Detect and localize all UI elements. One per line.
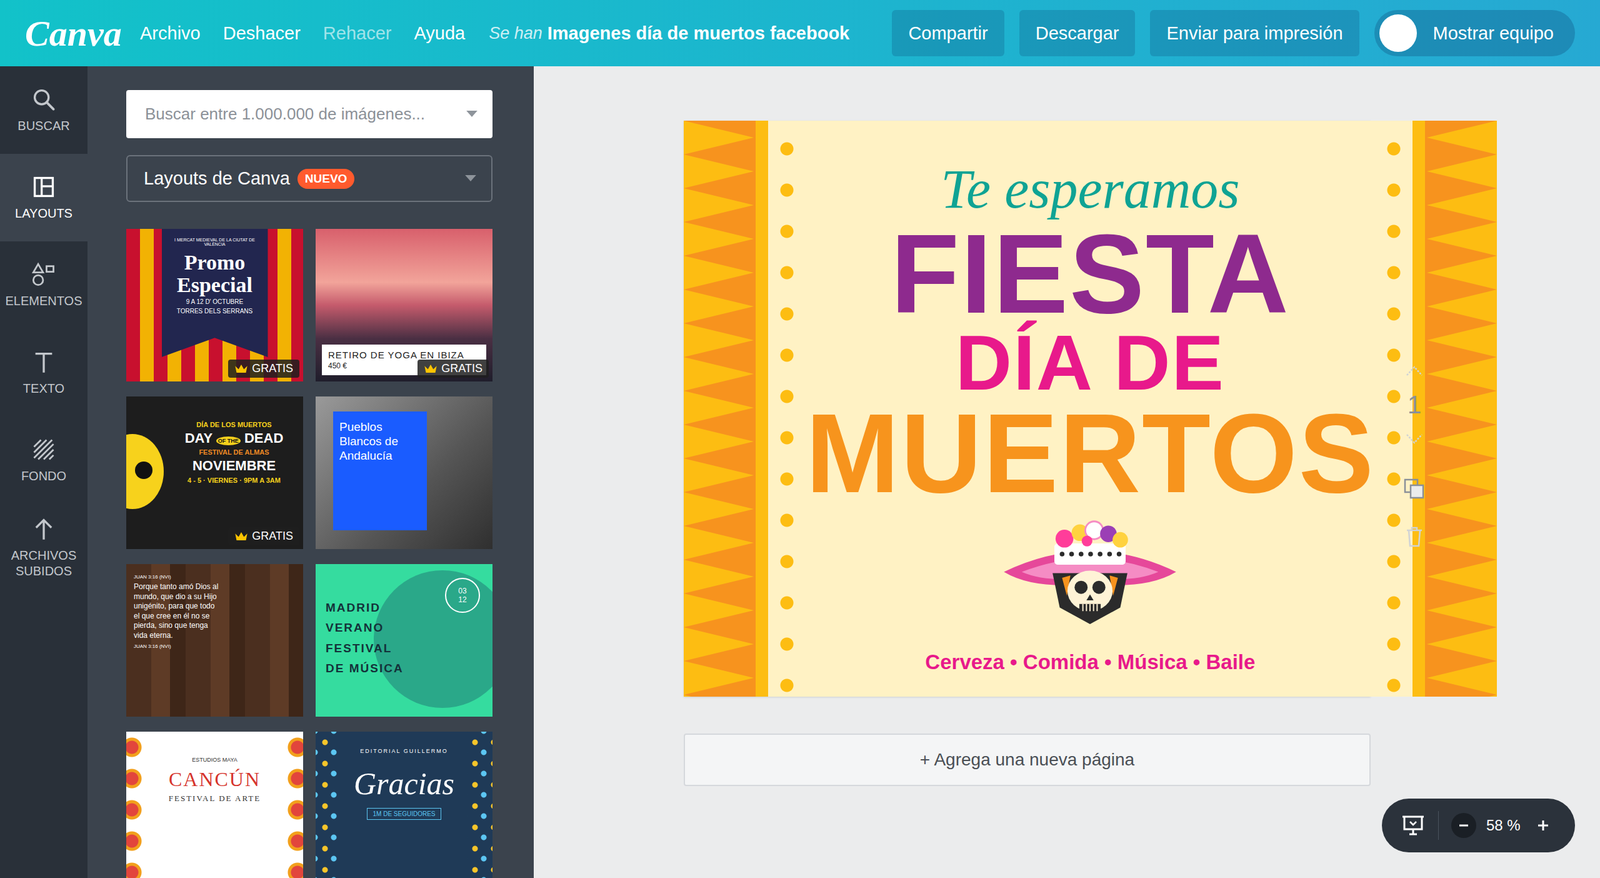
document-info: Se hanImagenes día de muertos facebook (488, 23, 850, 44)
pennant: I MERCAT MEDIEVAL DE LA CIUTAT DE VALÈNC… (161, 228, 269, 357)
zoom-out-icon[interactable] (1451, 812, 1477, 838)
duplicate-icon[interactable] (1403, 477, 1426, 500)
new-badge: NUEVO (297, 168, 355, 189)
trash-icon[interactable] (1405, 525, 1424, 548)
crown-icon (423, 363, 438, 374)
menu-item[interactable]: Rehacer (323, 23, 392, 44)
layouts-panel: Buscar entre 1.000.000 de imágenes... Lay… (87, 66, 534, 878)
zoom-value: 58 % (1486, 816, 1521, 834)
divider (1438, 810, 1439, 840)
top-bar: CanvaArchivo Deshacer Rehacer Ayuda Se hanIm… (0, 0, 1600, 67)
page-controls: 1 (1398, 364, 1430, 548)
upload-icon (31, 516, 57, 542)
rail-item[interactable]: ELEMENTOS (0, 241, 88, 329)
dot-column (768, 120, 806, 697)
canva-editor: CanvaArchivo Deshacer Rehacer Ayuda Se hanIm… (0, 0, 1600, 878)
add-page-button[interactable]: + Agrega una nueva página (683, 733, 1371, 786)
free-badge: GRATIS (417, 359, 489, 378)
ornament (126, 731, 148, 878)
shapes-icon (31, 261, 57, 287)
free-badge: GRATIS (228, 359, 300, 378)
crown-icon (234, 363, 249, 374)
page-number: 1 (1407, 390, 1422, 419)
caret-icon (465, 175, 477, 182)
layout-thumbnail[interactable]: Pueblos Blancos de Andalucía (315, 396, 493, 549)
design-kicker[interactable]: Te esperamos (940, 158, 1240, 221)
menu-item[interactable]: Ayuda (413, 23, 465, 44)
hatch-icon (31, 436, 57, 462)
crown-icon (234, 531, 249, 541)
present-icon[interactable] (1400, 813, 1426, 837)
layout-thumbnail[interactable]: MADRIDVERANOFESTIVALDE MÚSICA0312 (315, 563, 493, 717)
caret-icon (466, 110, 478, 118)
team-button[interactable]: Mostrar equipo (1374, 10, 1575, 57)
zigzag-border (683, 120, 769, 697)
date-badge: 0312 (445, 577, 480, 613)
side-rail: BUSCARLAYOUTSELEMENTOSTEXTOFONDOARCHIVOS… (0, 66, 88, 878)
circle (373, 570, 493, 708)
layout-thumbnail[interactable]: RETIRO DE YOGA EN IBIZA450 €GRATIS (315, 228, 493, 382)
rail-item[interactable]: BUSCAR (0, 66, 88, 154)
ornament (281, 731, 304, 878)
layout-thumbnail[interactable]: I MERCAT MEDIEVAL DE LA CIUTAT DE VALÈNC… (126, 228, 304, 382)
layout-thumbnail[interactable]: DÍA DE LOS MUERTOSDAY OF THE DEADFESTIVA… (126, 396, 304, 549)
move-up-icon[interactable] (1405, 364, 1424, 377)
rail-item[interactable]: TEXTO (0, 328, 88, 417)
layout-source-dropdown[interactable]: Layouts de CanvaNUEVO (126, 155, 493, 202)
free-badge: GRATIS (228, 526, 300, 545)
design-page[interactable]: Te esperamosFIESTADÍA DEMUERTOSCerveza •… (683, 120, 1371, 697)
text-icon (31, 349, 57, 375)
rail-item[interactable]: FONDO (0, 416, 88, 504)
move-down-icon[interactable] (1405, 432, 1424, 445)
search-icon (31, 86, 57, 112)
layout-thumbnail[interactable]: ESTUDIOS MAYACANCÚNFESTIVAL DE ARTE (126, 731, 304, 878)
title-box: Pueblos Blancos de Andalucía (333, 411, 427, 530)
action-button[interactable]: Compartir (891, 10, 1004, 57)
action-button[interactable]: Descargar (1019, 10, 1136, 57)
stage: Te esperamosFIESTADÍA DEMUERTOS Cerveza •… (683, 120, 1600, 697)
action-button[interactable]: Enviar para impresión (1150, 10, 1359, 57)
main-area: BUSCARLAYOUTSELEMENTOSTEXTOFONDOARCHIVOS… (0, 66, 1600, 878)
dot-column (1375, 120, 1413, 697)
zoom-in-icon[interactable] (1530, 812, 1556, 838)
layout-grid: I MERCAT MEDIEVAL DE LA CIUTAT DE VALÈNC… (126, 228, 493, 878)
layout-thumbnail[interactable]: JUAN 3:16 (NVI)Porque tanto amó Dios al … (126, 563, 304, 717)
design-body: Te esperamosFIESTADÍA DEMUERTOS Cerveza •… (768, 120, 1413, 697)
menu-item[interactable]: Deshacer (223, 23, 301, 44)
zoom-control: 58 % (1381, 798, 1575, 852)
layouts-icon (31, 174, 57, 200)
rail-item[interactable]: LAYOUTS (0, 153, 88, 242)
canva-logo[interactable]: Canva (25, 12, 140, 55)
menu-item[interactable]: Archivo (140, 23, 201, 44)
design-footer[interactable]: Cerveza • Comida • Música • Baile (925, 649, 1255, 675)
design-heading[interactable]: MUERTOS (805, 400, 1375, 507)
layout-thumbnail[interactable]: EDITORIAL GUILLERMOGracias1M DE SEGUIDOR… (315, 731, 493, 878)
design-heading[interactable]: FIESTA (890, 220, 1290, 327)
avatar-icon (1379, 14, 1417, 52)
zigzag-border (1412, 120, 1497, 697)
save-status: Se han (488, 23, 543, 44)
catrina-skull-icon (993, 518, 1187, 625)
rail-item[interactable]: ARCHIVOS SUBIDOS (0, 503, 88, 592)
document-title[interactable]: Imagenes día de muertos facebook (547, 23, 850, 44)
skull-icon (126, 433, 164, 509)
search-field[interactable]: Buscar entre 1.000.000 de imágenes... (126, 90, 493, 139)
design-heading[interactable]: DÍA DE (955, 325, 1225, 400)
action-group: Compartir Descargar Enviar para impresión M… (891, 10, 1575, 57)
menu-bar: Archivo Deshacer Rehacer Ayuda (140, 23, 465, 44)
workspace: Te esperamosFIESTADÍA DEMUERTOS Cerveza •… (533, 66, 1600, 878)
